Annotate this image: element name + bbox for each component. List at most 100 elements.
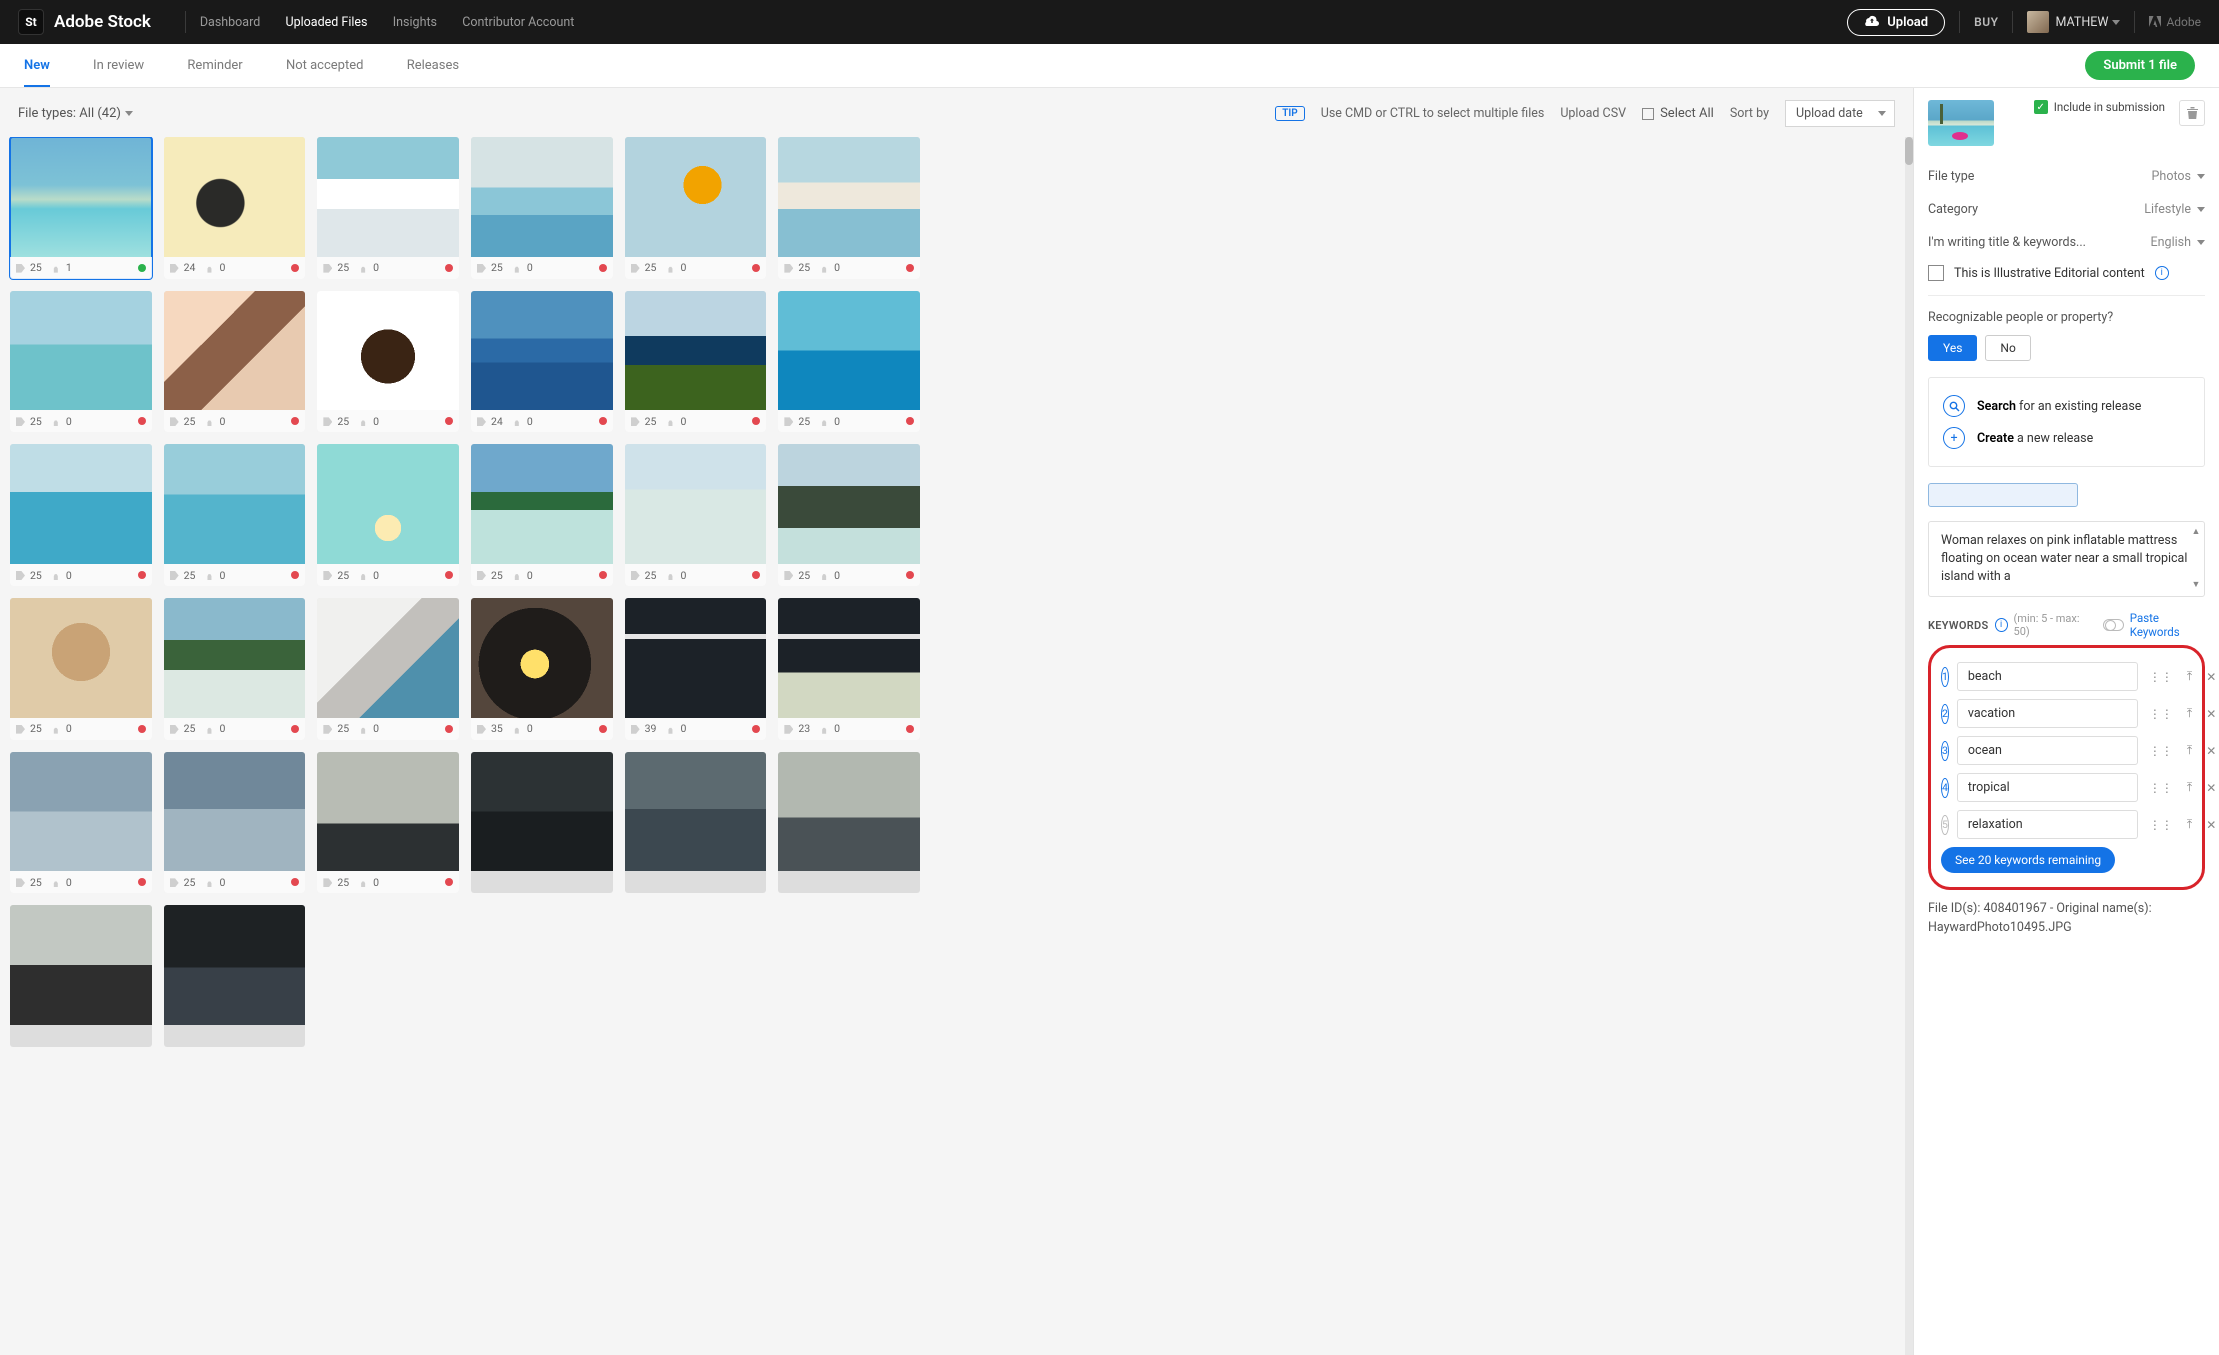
asset-thumbnail[interactable] (164, 905, 306, 1047)
drag-handle-icon[interactable]: ⋮⋮ (2146, 670, 2176, 684)
asset-thumbnail[interactable]: 240 (471, 291, 613, 433)
nav-contributor-account[interactable]: Contributor Account (462, 15, 574, 30)
sort-dropdown[interactable]: Upload date (1785, 100, 1895, 127)
remove-keyword-icon[interactable]: ✕ (2203, 781, 2219, 795)
asset-thumbnail[interactable]: 250 (164, 444, 306, 586)
keyword-input[interactable] (1957, 699, 2138, 728)
tag-count: 25 (184, 415, 196, 428)
move-top-icon[interactable]: ⤒ (2184, 743, 2195, 758)
asset-thumbnail[interactable]: 250 (164, 752, 306, 894)
tag-icon (170, 724, 180, 734)
lookup-input[interactable] (1928, 483, 2078, 507)
asset-thumbnail[interactable]: 250 (317, 291, 459, 433)
asset-thumbnail[interactable]: 250 (317, 598, 459, 740)
asset-thumbnail[interactable]: 250 (317, 137, 459, 279)
info-icon[interactable]: i (1995, 618, 2008, 632)
auto-keyword-toggle[interactable] (2103, 619, 2123, 631)
include-in-submission[interactable]: ✓ Include in submission (2034, 100, 2165, 114)
drag-handle-icon[interactable]: ⋮⋮ (2146, 707, 2176, 721)
asset-thumbnail[interactable]: 250 (10, 291, 152, 433)
nav-uploaded-files[interactable]: Uploaded Files (286, 15, 368, 30)
asset-thumbnail[interactable]: 250 (778, 137, 920, 279)
move-top-icon[interactable]: ⤒ (2184, 817, 2195, 832)
yes-button[interactable]: Yes (1928, 335, 1977, 361)
select-all[interactable]: Select All (1642, 106, 1714, 121)
tab-in-review[interactable]: In review (93, 58, 144, 85)
user-menu[interactable]: MATHEW (2027, 11, 2120, 33)
tab-reminder[interactable]: Reminder (187, 58, 242, 85)
see-more-keywords[interactable]: See 20 keywords remaining (1941, 847, 2115, 873)
asset-thumbnail[interactable]: 390 (625, 598, 767, 740)
remove-keyword-icon[interactable]: ✕ (2203, 744, 2219, 758)
remove-keyword-icon[interactable]: ✕ (2203, 670, 2219, 684)
drag-handle-icon[interactable]: ⋮⋮ (2146, 818, 2176, 832)
drag-handle-icon[interactable]: ⋮⋮ (2146, 781, 2176, 795)
keyword-input[interactable] (1957, 662, 2138, 691)
move-top-icon[interactable]: ⤒ (2184, 706, 2195, 721)
delete-button[interactable] (2179, 100, 2205, 126)
upload-csv-link[interactable]: Upload CSV (1560, 106, 1626, 121)
file-type-filter[interactable]: File types: All (42) (18, 106, 133, 121)
asset-thumbnail[interactable]: 240 (164, 137, 306, 279)
nav-dashboard[interactable]: Dashboard (200, 15, 260, 30)
language-field[interactable]: I'm writing title & keywords... English (1928, 226, 2205, 259)
asset-thumbnail[interactable]: 250 (317, 752, 459, 894)
move-top-icon[interactable]: ⤒ (2184, 780, 2195, 795)
asset-thumbnail[interactable]: 250 (471, 137, 613, 279)
paste-keywords-link[interactable]: Paste Keywords (2130, 611, 2205, 639)
asset-thumbnail[interactable]: 250 (471, 444, 613, 586)
tag-count: 25 (184, 569, 196, 582)
asset-thumbnail[interactable]: 250 (625, 291, 767, 433)
no-button[interactable]: No (1985, 335, 2030, 361)
create-release[interactable]: + Create a new release (1943, 422, 2190, 454)
drag-handle-icon[interactable]: ⋮⋮ (2146, 744, 2176, 758)
textarea-scroll[interactable]: ▲▼ (2190, 526, 2202, 592)
remove-keyword-icon[interactable]: ✕ (2203, 707, 2219, 721)
asset-thumbnail[interactable]: 350 (471, 598, 613, 740)
asset-thumbnail[interactable]: 250 (625, 444, 767, 586)
tab-new[interactable]: New (24, 58, 50, 87)
keyword-input[interactable] (1957, 810, 2138, 839)
asset-thumbnail[interactable] (10, 905, 152, 1047)
asset-thumbnail[interactable]: 250 (625, 137, 767, 279)
asset-thumbnail[interactable]: 250 (164, 598, 306, 740)
status-dot (291, 878, 299, 886)
asset-thumbnail[interactable]: 250 (164, 291, 306, 433)
tab-not-accepted[interactable]: Not accepted (286, 58, 364, 85)
thumbnail-image (164, 291, 306, 411)
asset-thumbnail[interactable]: 250 (778, 291, 920, 433)
asset-thumbnail[interactable] (471, 752, 613, 894)
move-top-icon[interactable]: ⤒ (2184, 669, 2195, 684)
keyword-input[interactable] (1957, 773, 2138, 802)
people-icon (666, 263, 676, 273)
asset-thumbnail[interactable]: 250 (10, 598, 152, 740)
editorial-checkbox[interactable] (1928, 265, 1944, 281)
keyword-input[interactable] (1957, 736, 2138, 765)
search-release[interactable]: Search for an existing release (1943, 390, 2190, 422)
adobe-brand-link[interactable]: Adobe (2149, 15, 2201, 29)
username: MATHEW (2055, 15, 2108, 30)
asset-thumbnail[interactable]: 250 (317, 444, 459, 586)
asset-thumbnail[interactable]: 250 (778, 444, 920, 586)
tab-releases[interactable]: Releases (407, 58, 459, 85)
asset-thumbnail[interactable]: 230 (778, 598, 920, 740)
upload-button[interactable]: Upload (1847, 9, 1945, 36)
asset-thumbnail[interactable]: 250 (10, 752, 152, 894)
tag-count: 25 (184, 722, 196, 735)
info-icon[interactable]: i (2155, 266, 2169, 280)
nav-insights[interactable]: Insights (393, 15, 437, 30)
grid-scroll[interactable]: 2512402502502502502502502502402502502502… (0, 137, 1913, 1355)
status-dot (445, 571, 453, 579)
category-field[interactable]: Category Lifestyle (1928, 193, 2205, 226)
scrollbar[interactable] (1905, 137, 1913, 1355)
asset-thumbnail[interactable] (625, 752, 767, 894)
submit-button[interactable]: Submit 1 file (2085, 51, 2195, 80)
file-type-field[interactable]: File type Photos (1928, 160, 2205, 193)
asset-thumbnail[interactable] (778, 752, 920, 894)
title-description[interactable]: Woman relaxes on pink inflatable mattres… (1928, 521, 2205, 597)
asset-thumbnail[interactable]: 251 (10, 137, 152, 279)
scrollbar-thumb[interactable] (1905, 137, 1913, 165)
asset-thumbnail[interactable]: 250 (10, 444, 152, 586)
remove-keyword-icon[interactable]: ✕ (2203, 818, 2219, 832)
buy-link[interactable]: BUY (1974, 15, 1998, 29)
